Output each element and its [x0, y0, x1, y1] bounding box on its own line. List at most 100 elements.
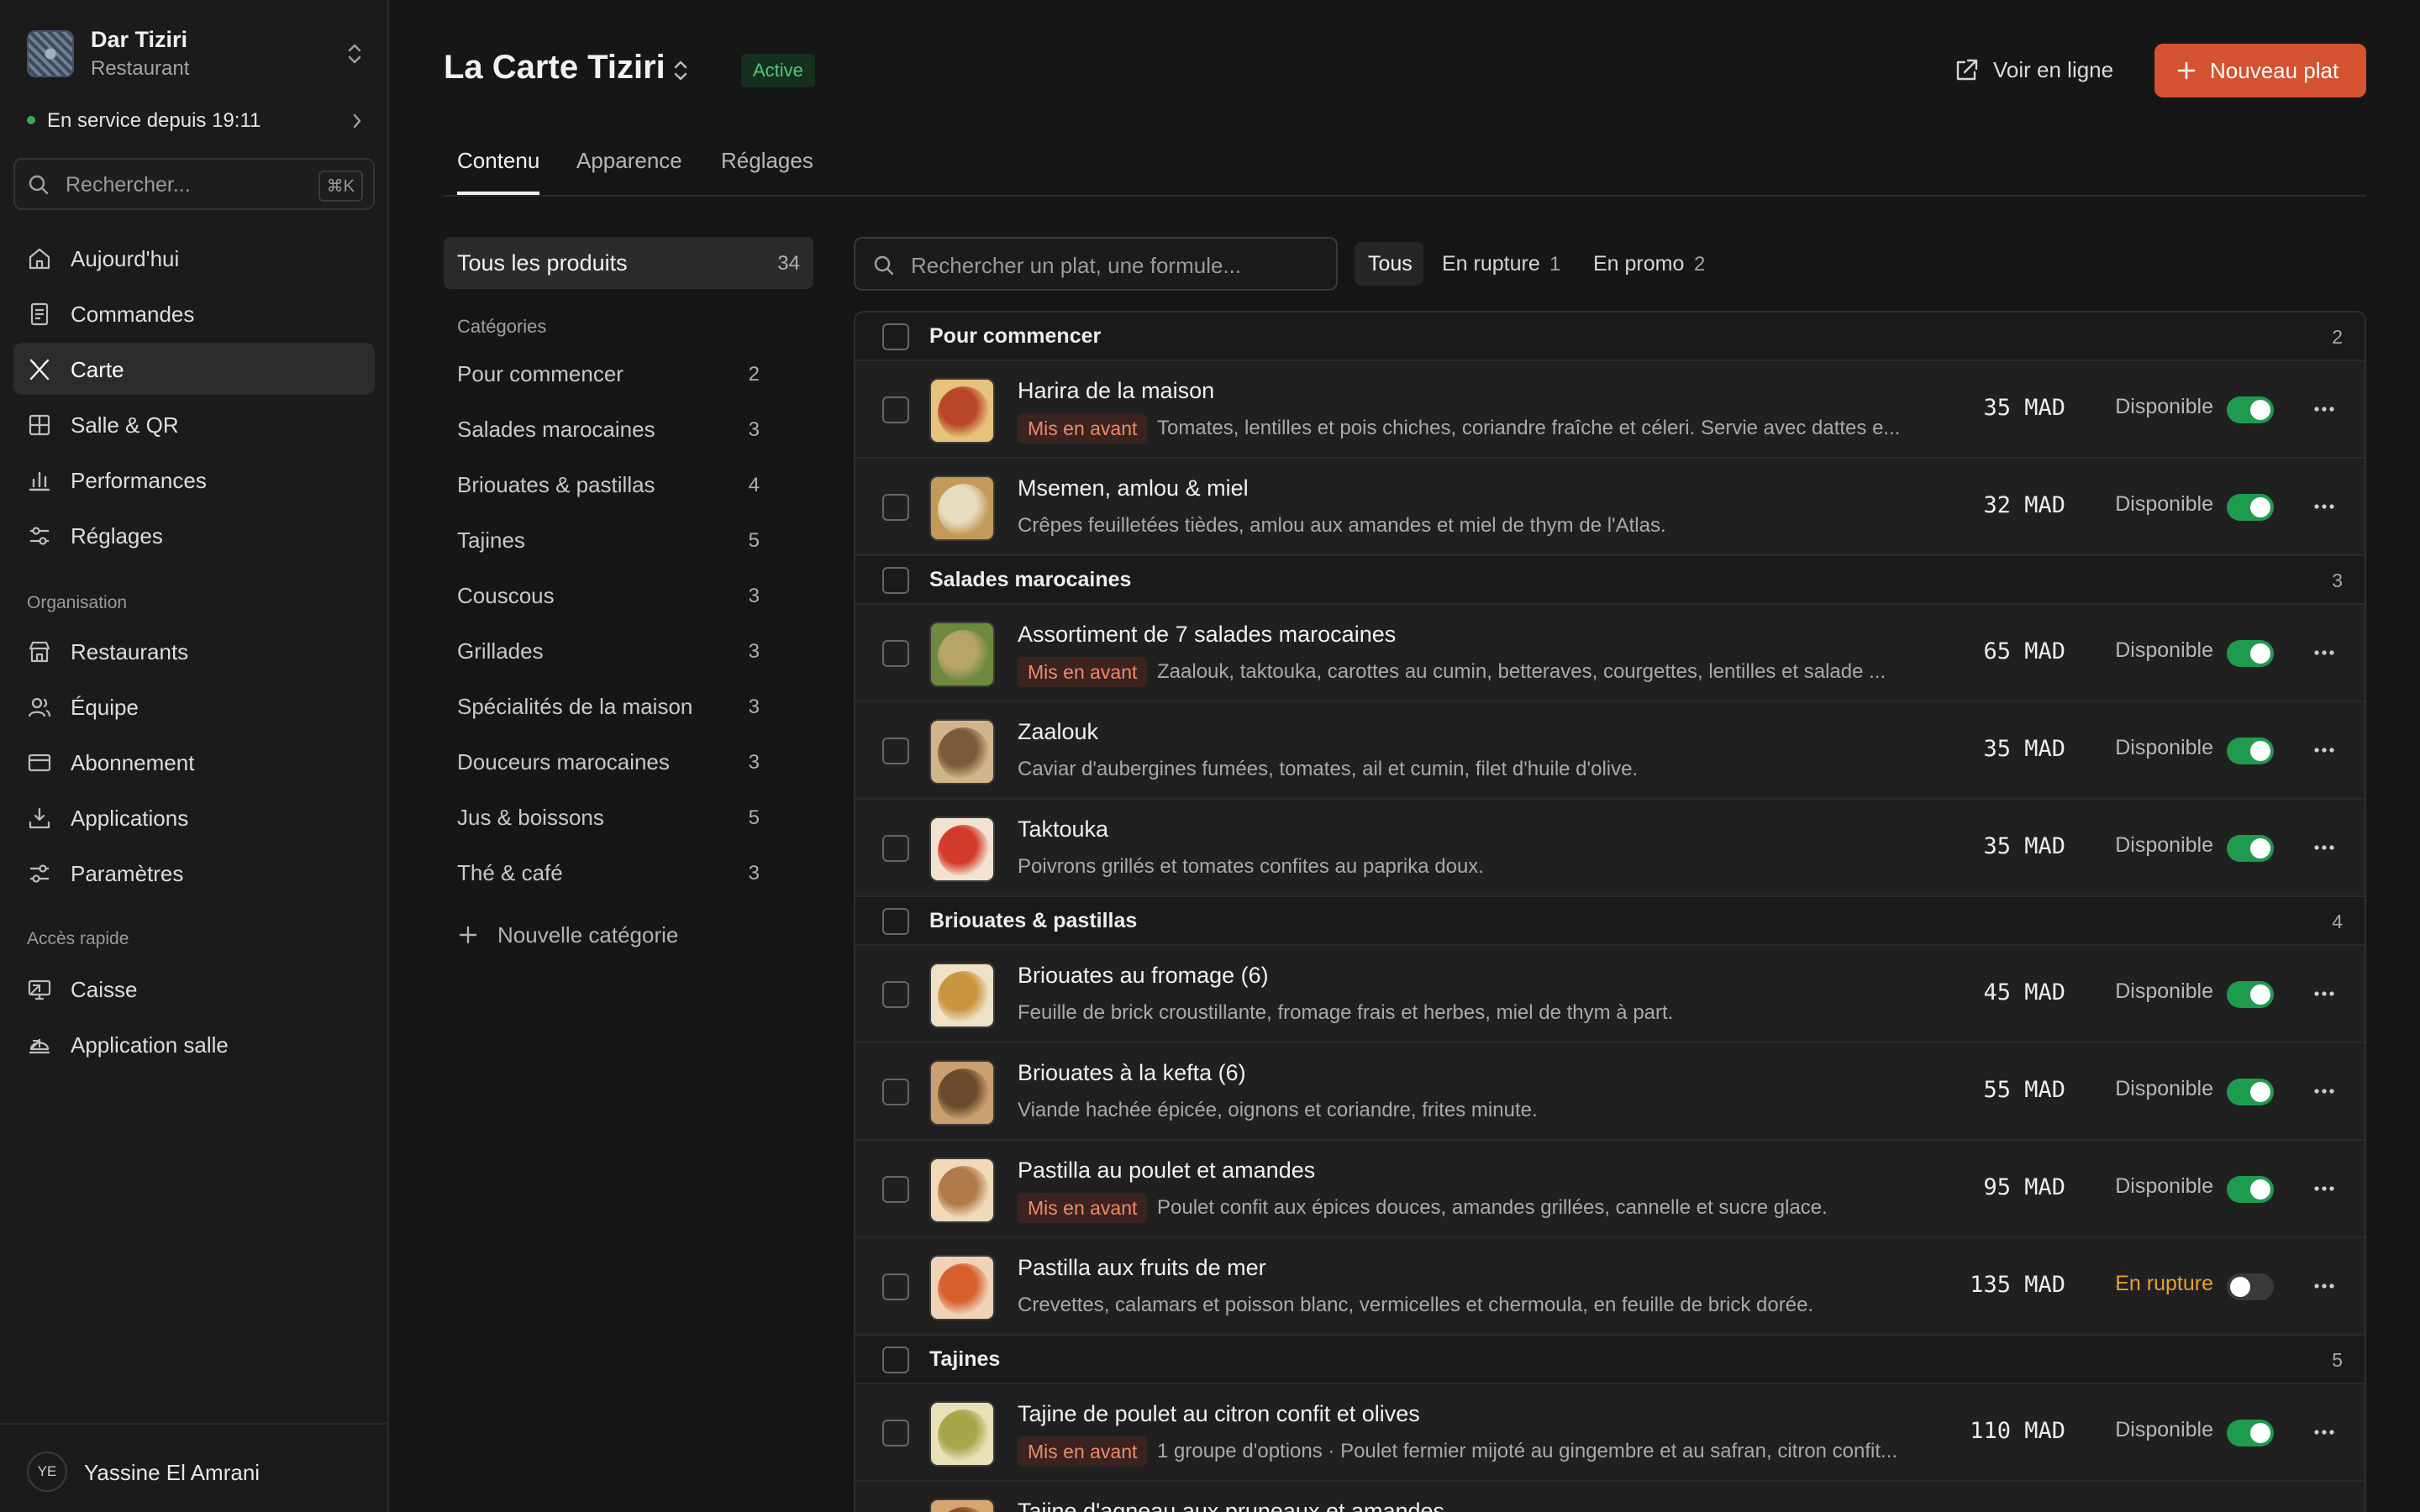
dish-row[interactable]: Zaalouk Caviar d'aubergines fumées, tomat… [855, 702, 2365, 800]
availability-toggle[interactable] [2227, 1176, 2274, 1203]
category-item[interactable]: Grillades 3 [457, 635, 760, 669]
category-item[interactable]: Douceurs marocaines 3 [457, 746, 760, 780]
dish-row[interactable]: Briouates à la kefta (6) Viande hachée ép… [855, 1043, 2365, 1141]
filter-all[interactable]: Tous [1355, 242, 1423, 286]
nav-item-restaurants[interactable]: Restaurants [13, 625, 375, 677]
nav-item-settings[interactable]: Réglages [13, 509, 375, 561]
dish-name: Zaalouk [1018, 719, 1099, 744]
search-icon [872, 254, 896, 277]
utensils-icon [27, 357, 52, 382]
availability-toggle[interactable] [2227, 1420, 2274, 1446]
group-checkbox[interactable] [882, 567, 909, 594]
category-count: 3 [748, 751, 760, 774]
category-all-products[interactable]: Tous les produits 34 [444, 237, 813, 289]
group-label: Salades marocaines [929, 568, 1132, 591]
availability-status: Disponible [2115, 492, 2213, 516]
tab-appearance[interactable]: Apparence [576, 148, 682, 195]
nav-item-room-qr[interactable]: Salle & QR [13, 398, 375, 450]
availability-toggle[interactable] [2227, 1079, 2274, 1105]
category-item[interactable]: Salades marocaines 3 [457, 413, 760, 447]
category-item[interactable]: Couscous 3 [457, 580, 760, 613]
dish-row[interactable]: Tajine de poulet au citron confit et oli… [855, 1384, 2365, 1482]
dish-name: Tajine d'agneau aux pruneaux et amandes [1018, 1499, 1445, 1512]
availability-toggle[interactable] [2227, 738, 2274, 764]
more-horizontal-icon[interactable] [2314, 648, 2334, 657]
availability-toggle[interactable] [2227, 1273, 2274, 1300]
group-checkbox[interactable] [882, 323, 909, 350]
nav-item-parameters[interactable]: Paramètres [13, 847, 375, 899]
availability-toggle[interactable] [2227, 835, 2274, 862]
category-item[interactable]: Spécialités de la maison 3 [457, 690, 760, 724]
category-item[interactable]: Tajines 5 [457, 524, 760, 558]
availability-toggle[interactable] [2227, 640, 2274, 667]
dish-row[interactable]: Assortiment de 7 salades marocaines Mis e… [855, 605, 2365, 702]
group-checkbox[interactable] [882, 908, 909, 935]
sidebar-search-input[interactable]: Rechercher... ⌘K [13, 158, 375, 210]
nav-item-orders[interactable]: Commandes [13, 287, 375, 339]
org-switcher[interactable]: Dar Tiziri Restaurant [27, 27, 363, 81]
category-label: Briouates & pastillas [457, 472, 655, 497]
dish-row[interactable]: Pastilla aux fruits de mer Crevettes, cal… [855, 1238, 2365, 1336]
category-item[interactable]: Jus & boissons 5 [457, 801, 760, 835]
nav-item-floor-app[interactable]: Application salle [13, 1018, 375, 1070]
dish-checkbox[interactable] [882, 835, 909, 862]
dish-checkbox[interactable] [882, 738, 909, 764]
nav-item-today[interactable]: Aujourd'hui [13, 232, 375, 284]
dish-row[interactable]: Taktouka Poivrons grillés et tomates conf… [855, 800, 2365, 897]
tab-settings[interactable]: Réglages [721, 148, 813, 195]
filter-count: 1 [1549, 253, 1561, 276]
dish-row[interactable]: Pastilla au poulet et amandes Mis en avan… [855, 1141, 2365, 1238]
category-item[interactable]: Pour commencer 2 [457, 358, 760, 391]
user-menu[interactable]: YE Yassine El Amrani [0, 1423, 389, 1512]
availability-toggle[interactable] [2227, 981, 2274, 1008]
dish-row[interactable]: Tajine d'agneau aux pruneaux et amandes [855, 1482, 2365, 1512]
group-checkbox[interactable] [882, 1347, 909, 1373]
more-horizontal-icon[interactable] [2314, 1087, 2334, 1095]
dish-checkbox[interactable] [882, 1273, 909, 1300]
more-horizontal-icon[interactable] [2314, 990, 2334, 998]
nav-item-applications[interactable]: Applications [13, 791, 375, 843]
more-horizontal-icon[interactable] [2314, 843, 2334, 852]
more-horizontal-icon[interactable] [2314, 405, 2334, 413]
chevrons-up-down-icon[interactable] [672, 58, 689, 83]
filter-out-of-stock[interactable]: En rupture 1 [1428, 242, 1568, 286]
dish-name: Pastilla au poulet et amandes [1018, 1158, 1316, 1183]
more-horizontal-icon[interactable] [2314, 1184, 2334, 1193]
dish-price: 32 MAD [1983, 492, 2065, 518]
availability-toggle[interactable] [2227, 396, 2274, 423]
availability-toggle[interactable] [2227, 494, 2274, 521]
dish-details: Crêpes feuilletées tièdes, amlou aux ama… [1018, 511, 1942, 541]
dish-checkbox[interactable] [882, 1420, 909, 1446]
availability-status: Disponible [2115, 736, 2213, 759]
dish-search-input[interactable]: Rechercher un plat, une formule... [854, 237, 1338, 291]
category-count: 3 [748, 862, 760, 885]
dish-checkbox[interactable] [882, 396, 909, 423]
more-horizontal-icon[interactable] [2314, 502, 2334, 511]
org-type: Restaurant [91, 57, 190, 80]
dish-checkbox[interactable] [882, 1176, 909, 1203]
dish-row[interactable]: Harira de la maison Mis en avant Tomates, … [855, 361, 2365, 459]
category-item[interactable]: Briouates & pastillas 4 [457, 469, 760, 502]
service-status[interactable]: En service depuis 19:11 [27, 106, 363, 136]
category-item[interactable]: Thé & café 3 [457, 857, 760, 890]
nav-item-subscription[interactable]: Abonnement [13, 736, 375, 788]
new-dish-button[interactable]: Nouveau plat [2154, 44, 2366, 97]
filter-promo[interactable]: En promo 2 [1580, 242, 1714, 286]
nav-item-menu[interactable]: Carte [13, 343, 375, 395]
toggle-knob [2250, 1082, 2270, 1102]
dish-checkbox[interactable] [882, 640, 909, 667]
more-horizontal-icon[interactable] [2314, 1428, 2334, 1436]
dish-row[interactable]: Briouates au fromage (6) Feuille de brick… [855, 946, 2365, 1043]
nav-item-team[interactable]: Équipe [13, 680, 375, 732]
dish-checkbox[interactable] [882, 494, 909, 521]
nav-item-cash-register[interactable]: Caisse [13, 963, 375, 1015]
nav-label: Abonnement [71, 750, 195, 775]
dish-checkbox[interactable] [882, 1079, 909, 1105]
featured-badge: Mis en avant [1018, 1436, 1148, 1467]
dish-checkbox[interactable] [882, 981, 909, 1008]
more-horizontal-icon[interactable] [2314, 746, 2334, 754]
nav-item-performance[interactable]: Performances [13, 454, 375, 506]
more-horizontal-icon[interactable] [2314, 1282, 2334, 1290]
tab-content[interactable]: Contenu [457, 148, 540, 195]
dish-row[interactable]: Msemen, amlou & miel Crêpes feuilletées t… [855, 459, 2365, 556]
